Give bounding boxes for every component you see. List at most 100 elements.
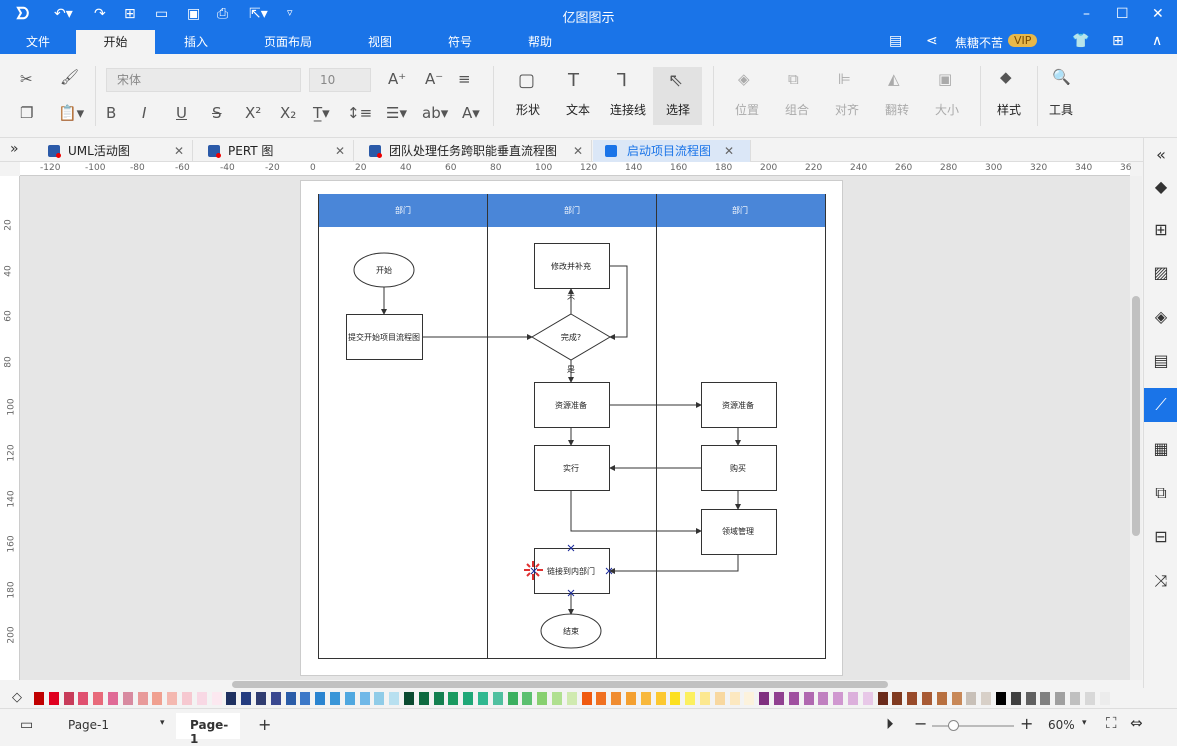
- color-swatch[interactable]: [996, 692, 1006, 705]
- color-swatch[interactable]: [759, 692, 770, 705]
- color-swatch[interactable]: [714, 692, 725, 705]
- color-swatch[interactable]: [93, 692, 104, 705]
- color-swatch[interactable]: [226, 692, 237, 705]
- color-swatch[interactable]: [774, 692, 784, 705]
- color-swatch[interactable]: [108, 692, 118, 705]
- color-swatch[interactable]: [285, 692, 296, 705]
- color-swatch[interactable]: [655, 692, 666, 705]
- color-swatch[interactable]: [700, 692, 710, 705]
- fit-width-icon[interactable]: ⇔: [1130, 714, 1143, 732]
- vertical-scroll-thumb[interactable]: [1132, 296, 1140, 536]
- color-swatch[interactable]: [877, 692, 888, 705]
- connector-tool-icon[interactable]: ⤨: [1144, 564, 1177, 598]
- color-swatch[interactable]: [966, 692, 977, 705]
- color-swatch[interactable]: [1070, 692, 1080, 705]
- color-swatch[interactable]: [330, 692, 340, 705]
- color-swatch[interactable]: [63, 692, 74, 705]
- color-swatch[interactable]: [670, 692, 681, 705]
- color-swatch[interactable]: [315, 692, 326, 705]
- page-select[interactable]: Page-1 ▾: [68, 718, 168, 732]
- color-swatch[interactable]: [137, 692, 148, 705]
- color-swatch[interactable]: [744, 692, 755, 705]
- color-swatch[interactable]: [389, 692, 400, 705]
- flowchart[interactable]: 部门 部门 部门 开始 提交开始项目流程图 修改并补充 完成? 不 是 资源准备…: [0, 0, 1177, 744]
- color-swatch[interactable]: [167, 692, 178, 705]
- zoom-level[interactable]: 60%: [1048, 718, 1075, 732]
- color-swatch[interactable]: [626, 692, 636, 705]
- color-swatch[interactable]: [537, 692, 548, 705]
- color-swatch[interactable]: [1025, 692, 1036, 705]
- color-swatch[interactable]: [122, 692, 133, 705]
- chart-icon[interactable]: ⟋: [1144, 388, 1177, 422]
- zoom-slider-handle[interactable]: [947, 720, 959, 731]
- color-swatch[interactable]: [818, 692, 829, 705]
- page-tab[interactable]: Page-1: [176, 713, 240, 746]
- connector[interactable]: [570, 490, 702, 534]
- color-swatch[interactable]: [418, 692, 429, 705]
- structure-icon[interactable]: ⧉: [1144, 476, 1177, 510]
- color-swatch[interactable]: [359, 692, 370, 705]
- image-icon[interactable]: ▨: [1144, 256, 1177, 290]
- color-swatch[interactable]: [788, 692, 799, 705]
- color-swatch[interactable]: [152, 692, 163, 705]
- zoom-in-button[interactable]: +: [1020, 714, 1033, 733]
- fit-page-icon[interactable]: ⛶: [1106, 714, 1117, 732]
- color-swatch[interactable]: [581, 692, 592, 705]
- color-swatch[interactable]: [78, 692, 89, 705]
- presentation-icon[interactable]: ⊟: [1144, 520, 1177, 554]
- color-swatch[interactable]: [507, 692, 518, 705]
- color-swatch[interactable]: [1010, 692, 1021, 705]
- fill-icon[interactable]: ◆: [1144, 170, 1177, 204]
- color-swatch[interactable]: [448, 692, 459, 705]
- color-swatch[interactable]: [1055, 692, 1066, 705]
- color-swatch[interactable]: [729, 692, 740, 705]
- page-icon[interactable]: ▤: [1144, 344, 1177, 378]
- layers-icon[interactable]: ◈: [1144, 300, 1177, 334]
- color-swatch[interactable]: [522, 692, 533, 705]
- color-swatch[interactable]: [492, 692, 503, 705]
- play-icon[interactable]: ⏵: [886, 715, 894, 733]
- color-swatch[interactable]: [596, 692, 607, 705]
- color-swatch[interactable]: [611, 692, 622, 705]
- color-swatch[interactable]: [907, 692, 918, 705]
- color-swatch[interactable]: [685, 692, 696, 705]
- color-swatch[interactable]: [478, 692, 488, 705]
- horizontal-scroll-thumb[interactable]: [232, 681, 888, 688]
- color-swatch[interactable]: [1040, 692, 1051, 705]
- zoom-out-button[interactable]: −: [914, 714, 927, 733]
- color-swatch[interactable]: [196, 692, 207, 705]
- connector[interactable]: [609, 265, 628, 340]
- color-swatch[interactable]: [936, 692, 947, 705]
- color-swatch[interactable]: [892, 692, 903, 705]
- color-swatch[interactable]: [404, 692, 414, 705]
- color-swatch[interactable]: [552, 692, 562, 705]
- color-swatch[interactable]: [1099, 692, 1110, 705]
- color-swatch[interactable]: [922, 692, 932, 705]
- fill-bucket-icon[interactable]: ◇: [12, 690, 22, 705]
- color-swatch[interactable]: [463, 692, 474, 705]
- collapse-sidebar-icon[interactable]: «: [1144, 138, 1177, 172]
- color-swatch[interactable]: [951, 692, 962, 705]
- color-swatch[interactable]: [803, 692, 814, 705]
- color-swatch[interactable]: [848, 692, 858, 705]
- color-swatch[interactable]: [1084, 692, 1095, 705]
- color-swatch[interactable]: [270, 692, 281, 705]
- color-swatch[interactable]: [182, 692, 192, 705]
- shapes-library-icon[interactable]: ⊞: [1144, 213, 1177, 247]
- table-icon[interactable]: ▦: [1144, 432, 1177, 466]
- color-swatch[interactable]: [566, 692, 577, 705]
- color-swatch[interactable]: [344, 692, 355, 705]
- add-page-button[interactable]: +: [258, 715, 271, 734]
- color-swatch[interactable]: [374, 692, 385, 705]
- color-swatch[interactable]: [300, 692, 311, 705]
- color-swatch[interactable]: [981, 692, 992, 705]
- color-swatch[interactable]: [833, 692, 844, 705]
- color-swatch[interactable]: [34, 692, 44, 705]
- zoom-dropdown-icon[interactable]: ▾: [1082, 718, 1087, 728]
- color-swatch[interactable]: [48, 692, 59, 705]
- color-swatch[interactable]: [211, 692, 222, 705]
- color-swatch[interactable]: [241, 692, 252, 705]
- color-swatch[interactable]: [640, 692, 651, 705]
- page-panel-icon[interactable]: ▭: [20, 717, 33, 733]
- color-swatch[interactable]: [256, 692, 266, 705]
